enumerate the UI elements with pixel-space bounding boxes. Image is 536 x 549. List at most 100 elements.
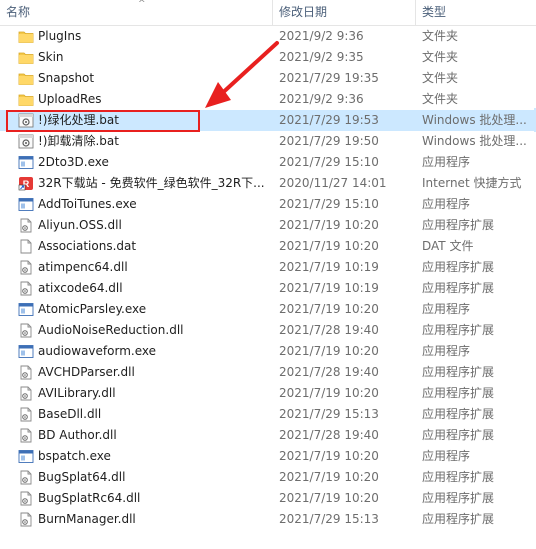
dll-icon (18, 428, 34, 443)
file-name: AddToiTunes.exe (38, 197, 137, 211)
file-row[interactable]: Aliyun.OSS.dll 2021/7/19 10:20 应用程序扩展 (0, 215, 536, 236)
file-name: AVILibrary.dll (38, 386, 116, 400)
file-name: UploadRes (38, 92, 102, 106)
file-row[interactable]: 2Dto3D.exe 2021/7/29 15:10 应用程序 (0, 152, 536, 173)
dll-icon (18, 281, 34, 296)
file-row[interactable]: BD Author.dll 2021/7/28 19:40 应用程序扩展 (0, 425, 536, 446)
file-row[interactable]: AddToiTunes.exe 2021/7/29 15:10 应用程序 (0, 194, 536, 215)
file-name: !)绿化处理.bat (38, 113, 119, 127)
file-name: Aliyun.OSS.dll (38, 218, 122, 232)
file-row[interactable]: audiowaveform.exe 2021/7/19 10:20 应用程序 (0, 341, 536, 362)
file-type: Windows 批处理... (422, 134, 527, 148)
file-name: AVCHDParser.dll (38, 365, 135, 379)
file-row[interactable]: R 32R下载站 - 免费软件_绿色软件_32R下... 2020/11/27 14… (0, 173, 536, 194)
file-name: BaseDll.dll (38, 407, 102, 421)
file-modified-date: 2021/7/19 10:20 (279, 386, 379, 400)
file-name: atixcode64.dll (38, 281, 123, 295)
file-name: BugSplatRc64.dll (38, 491, 141, 505)
file-modified-date: 2021/7/29 19:50 (279, 134, 379, 148)
exe-icon (18, 449, 34, 464)
file-name: 2Dto3D.exe (38, 155, 109, 169)
file-modified-date: 2021/7/19 10:20 (279, 491, 379, 505)
file-modified-date: 2021/9/2 9:35 (279, 50, 364, 64)
file-type: 应用程序扩展 (422, 470, 495, 484)
file-row[interactable]: !)绿化处理.bat 2021/7/29 19:53 Windows 批处理... (0, 110, 536, 131)
column-header-name[interactable]: 名称 (0, 0, 272, 25)
folder-icon (18, 92, 34, 107)
file-row[interactable]: AVILibrary.dll 2021/7/19 10:20 应用程序扩展 (0, 383, 536, 404)
file-modified-date: 2021/7/19 10:20 (279, 449, 379, 463)
file-type: 应用程序扩展 (422, 260, 495, 274)
file-modified-date: 2021/7/19 10:20 (279, 470, 379, 484)
file-row[interactable]: atixcode64.dll 2021/7/19 10:19 应用程序扩展 (0, 278, 536, 299)
file-name: audiowaveform.exe (38, 344, 156, 358)
file-row[interactable]: atimpenc64.dll 2021/7/19 10:19 应用程序扩展 (0, 257, 536, 278)
sort-ascending-icon: ^ (138, 0, 146, 9)
exe-icon (18, 155, 34, 170)
file-row[interactable]: Snapshot 2021/7/29 19:35 文件夹 (0, 68, 536, 89)
file-row[interactable]: BugSplatRc64.dll 2021/7/19 10:20 应用程序扩展 (0, 488, 536, 509)
file-row[interactable]: PlugIns 2021/9/2 9:36 文件夹 (0, 26, 536, 47)
file-row[interactable]: bspatch.exe 2021/7/19 10:20 应用程序 (0, 446, 536, 467)
file-modified-date: 2021/7/19 10:20 (279, 302, 379, 316)
file-modified-date: 2021/7/19 10:19 (279, 260, 379, 274)
file-modified-date: 2021/7/28 19:40 (279, 323, 379, 337)
file-modified-date: 2021/7/29 19:53 (279, 113, 379, 127)
dll-icon (18, 365, 34, 380)
folder-icon (18, 29, 34, 44)
file-row[interactable]: UploadRes 2021/9/2 9:36 文件夹 (0, 89, 536, 110)
file-row[interactable]: BugSplat64.dll 2021/7/19 10:20 应用程序扩展 (0, 467, 536, 488)
file-row[interactable]: BaseDll.dll 2021/7/29 15:13 应用程序扩展 (0, 404, 536, 425)
column-header-type[interactable]: 类型 (415, 0, 536, 25)
file-modified-date: 2021/7/29 19:35 (279, 71, 379, 85)
file-name: BugSplat64.dll (38, 470, 126, 484)
file-modified-date: 2021/9/2 9:36 (279, 29, 364, 43)
file-name: 32R下载站 - 免费软件_绿色软件_32R下... (38, 176, 265, 190)
column-header-type-label: 类型 (422, 5, 447, 19)
file-type: 文件夹 (422, 92, 459, 106)
file-modified-date: 2021/7/28 19:40 (279, 365, 379, 379)
file-type: 应用程序扩展 (422, 512, 495, 526)
file-name: bspatch.exe (38, 449, 111, 463)
file-row[interactable]: Skin 2021/9/2 9:35 文件夹 (0, 47, 536, 68)
dll-icon (18, 407, 34, 422)
file-name: Associations.dat (38, 239, 137, 253)
file-row[interactable]: AVCHDParser.dll 2021/7/28 19:40 应用程序扩展 (0, 362, 536, 383)
file-row[interactable]: AtomicParsley.exe 2021/7/19 10:20 应用程序 (0, 299, 536, 320)
folder-icon (18, 50, 34, 65)
file-type: 应用程序扩展 (422, 386, 495, 400)
file-type: DAT 文件 (422, 239, 474, 253)
file-type: Windows 批处理... (422, 113, 527, 127)
file-type: 应用程序 (422, 344, 471, 358)
file-row[interactable]: BurnManager.dll 2021/7/29 15:13 应用程序扩展 (0, 509, 536, 530)
file-type: 应用程序扩展 (422, 323, 495, 337)
file-row[interactable]: AudioNoiseReduction.dll 2021/7/28 19:40 应用… (0, 320, 536, 341)
dll-icon (18, 260, 34, 275)
shortcut-icon: R (18, 176, 34, 191)
file-type: Internet 快捷方式 (422, 176, 522, 190)
file-name: BurnManager.dll (38, 512, 136, 526)
dll-icon (18, 470, 34, 485)
exe-icon (18, 344, 34, 359)
column-header-date-label: 修改日期 (279, 5, 328, 19)
file-modified-date: 2021/7/29 15:10 (279, 197, 379, 211)
file-row[interactable]: !)卸载清除.bat 2021/7/29 19:50 Windows 批处理... (0, 131, 536, 152)
dll-icon (18, 512, 34, 527)
file-modified-date: 2021/7/29 15:10 (279, 155, 379, 169)
file-modified-date: 2021/7/19 10:20 (279, 344, 379, 358)
file-name: Snapshot (38, 71, 95, 85)
file-modified-date: 2021/7/29 15:13 (279, 407, 379, 421)
column-header-bar: 名称 ^ 修改日期 类型 (0, 0, 536, 26)
file-name: BD Author.dll (38, 428, 117, 442)
folder-icon (18, 71, 34, 86)
column-header-date[interactable]: 修改日期 (272, 0, 415, 25)
file-type: 应用程序扩展 (422, 365, 495, 379)
file-name: !)卸载清除.bat (38, 134, 119, 148)
file-name: PlugIns (38, 29, 82, 43)
file-type: 应用程序扩展 (422, 491, 495, 505)
dll-icon (18, 323, 34, 338)
file-modified-date: 2021/7/19 10:20 (279, 218, 379, 232)
file-type: 文件夹 (422, 50, 459, 64)
file-row[interactable]: Associations.dat 2021/7/19 10:20 DAT 文件 (0, 236, 536, 257)
file-name: AudioNoiseReduction.dll (38, 323, 184, 337)
